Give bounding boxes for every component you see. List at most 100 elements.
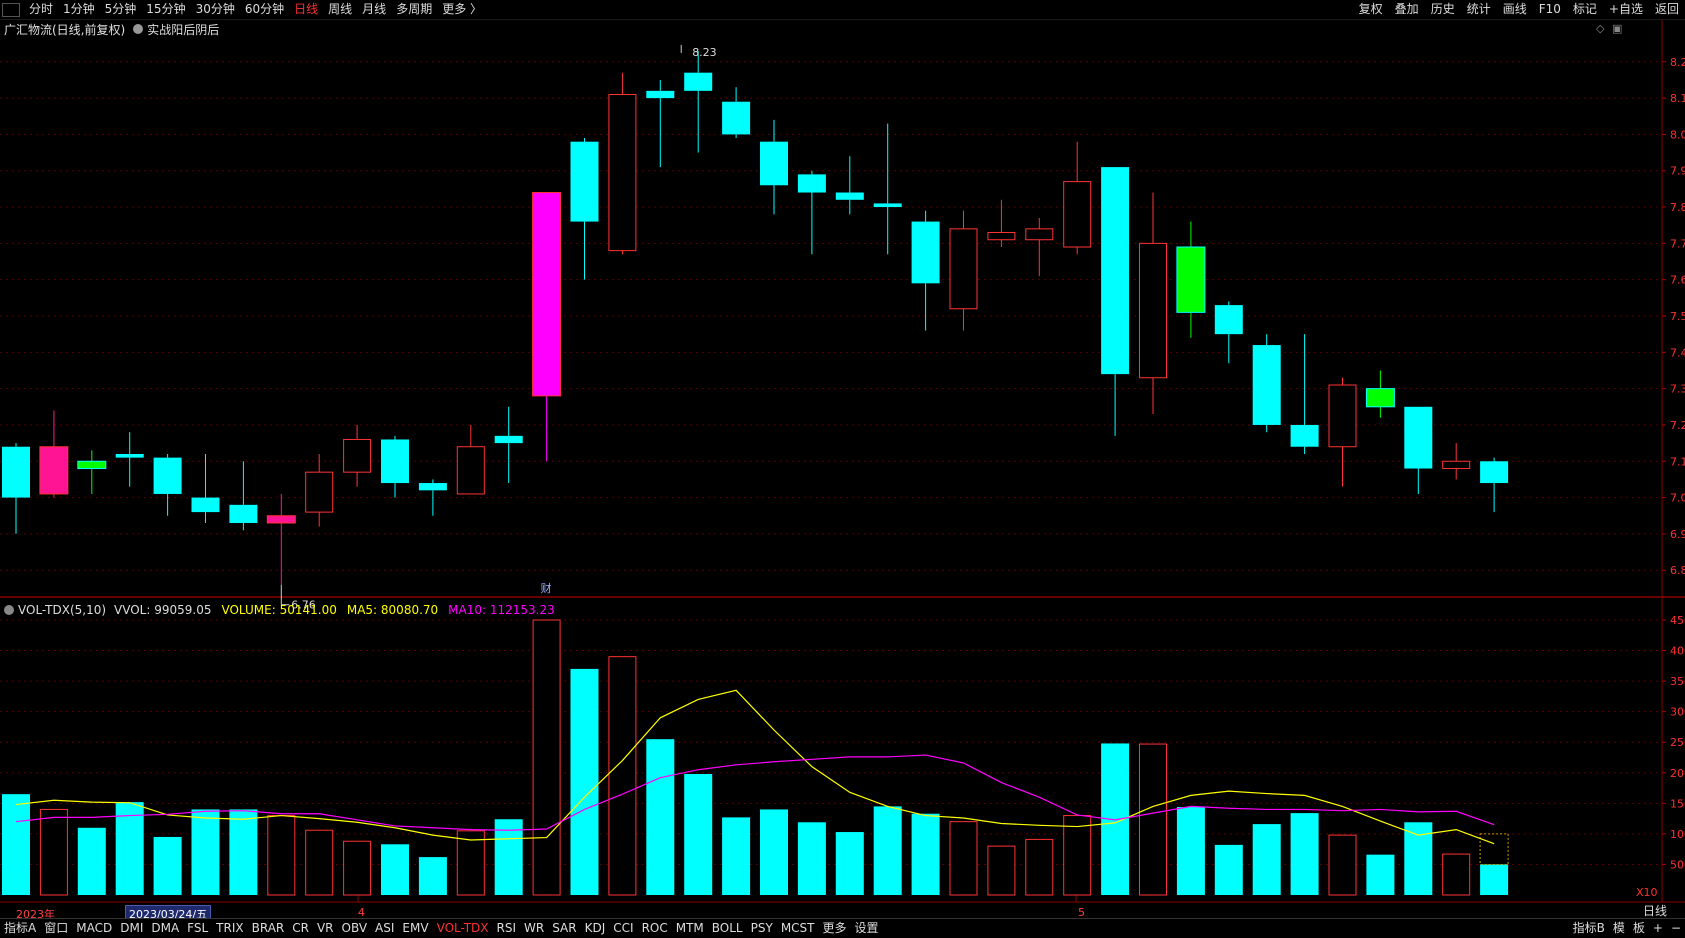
candle-body <box>911 221 940 284</box>
indicator-tab-6[interactable]: TRIX <box>212 919 247 938</box>
candle-body <box>191 497 220 513</box>
candle-body <box>1063 181 1092 248</box>
candle-body <box>77 460 107 470</box>
indicator-tab-19[interactable]: ROC <box>638 919 672 938</box>
candle-body <box>494 435 523 444</box>
volume-bar <box>343 840 372 896</box>
candle-body <box>532 192 562 397</box>
volume-axis-label: 5000 <box>1670 858 1685 871</box>
indicator-tab-13[interactable]: VOL-TDX <box>433 919 493 938</box>
volume-bar <box>646 739 675 895</box>
volume-bar <box>305 829 334 896</box>
price-axis-label: 7.60 <box>1670 274 1685 287</box>
volume-bar <box>722 817 751 895</box>
price-axis-label: 7.10 <box>1670 455 1685 468</box>
volume-bar <box>39 808 68 896</box>
candle-body <box>987 231 1016 241</box>
price-axis-label: 8.10 <box>1670 92 1685 105</box>
indicator-tab-11[interactable]: ASI <box>371 919 398 938</box>
volume-bar <box>1139 743 1167 896</box>
volume-axis-label: 40000 <box>1670 645 1685 658</box>
candle-body <box>1290 424 1319 447</box>
vol-indicator-name[interactable]: VOL-TDX(5,10) <box>18 603 106 617</box>
indicator-tab-15[interactable]: WR <box>520 919 548 938</box>
price-axis-label: 7.40 <box>1670 346 1685 359</box>
indicator-tab-21[interactable]: BOLL <box>708 919 747 938</box>
candle-body <box>266 515 296 524</box>
indicator-tab-12[interactable]: EMV <box>398 919 432 938</box>
candle-body <box>1025 228 1054 241</box>
volume-bar <box>987 845 1016 896</box>
price-axis-label: 7.90 <box>1670 165 1685 178</box>
indicator-tab-16[interactable]: SAR <box>548 919 580 938</box>
bottom-tool-2[interactable]: 板 <box>1629 919 1649 938</box>
ma5-value: MA5: 80080.70 <box>346 603 439 617</box>
indicator-tab-20[interactable]: MTM <box>672 919 708 938</box>
indicator-tab-25[interactable]: 设置 <box>851 919 883 938</box>
volume-bar <box>267 815 296 896</box>
candle-body <box>949 228 978 310</box>
high-price-label: 8.23 <box>692 46 717 59</box>
indicator-tab-8[interactable]: CR <box>288 919 313 938</box>
candle-body <box>115 454 144 458</box>
candle-body <box>1252 345 1281 425</box>
candle-body <box>797 174 826 193</box>
volume-bar <box>684 774 713 895</box>
volume-bar <box>153 836 182 895</box>
indicator-tab-7[interactable]: BRAR <box>248 919 289 938</box>
candle-body <box>418 483 447 491</box>
candle-body <box>608 93 637 252</box>
kline-chart[interactable]: 8.20 8.10 8.00 7.90 7.80 7.70 7.60 7.50 7.40 7.30… <box>0 0 1685 937</box>
bottom-tool-3[interactable]: + <box>1649 919 1667 938</box>
bottom-tool-0[interactable]: 指标B <box>1569 919 1609 938</box>
volume-bar <box>1480 864 1509 895</box>
volume-bar <box>1252 824 1281 895</box>
price-axis-label: 7.20 <box>1670 419 1685 432</box>
indicator-tab-10[interactable]: OBV <box>338 919 372 938</box>
price-axis-label: 8.20 <box>1670 56 1685 69</box>
volume-bar <box>797 822 826 895</box>
volume-bar <box>949 821 978 896</box>
indicator-tab-2[interactable]: MACD <box>72 919 116 938</box>
volume-value: VOLUME: 50141.00 <box>221 603 337 617</box>
indicator-tab-5[interactable]: FSL <box>183 919 212 938</box>
volume-bar <box>1328 834 1357 896</box>
price-axis-label: 7.80 <box>1670 201 1685 214</box>
indicator-tab-14[interactable]: RSI <box>493 919 521 938</box>
volume-bar <box>1214 844 1243 895</box>
indicator-tab-22[interactable]: PSY <box>747 919 777 938</box>
volume-bar <box>760 809 788 895</box>
volume-axis-label: 35000 <box>1670 675 1685 688</box>
indicator-tab-9[interactable]: VR <box>313 919 338 938</box>
indicator-tab-23[interactable]: MCST <box>777 919 819 938</box>
indicator-tab-17[interactable]: KDJ <box>581 919 610 938</box>
candle-body <box>835 192 864 200</box>
candle-body <box>343 438 372 473</box>
indicator-toggle-icon[interactable] <box>4 605 14 615</box>
candle-body <box>1139 242 1167 379</box>
indicator-tab-18[interactable]: CCI <box>609 919 637 938</box>
volume-bar <box>911 813 940 895</box>
volume-bar <box>1366 854 1395 895</box>
indicator-tab-4[interactable]: DMA <box>147 919 183 938</box>
candle-body <box>1101 167 1130 375</box>
bottom-tool-4[interactable]: − <box>1667 919 1685 938</box>
candle-body <box>153 457 182 494</box>
indicator-tab-24[interactable]: 更多 <box>819 919 851 938</box>
candle-body <box>2 446 30 498</box>
indicator-tab-3[interactable]: DMI <box>116 919 147 938</box>
vvol-value: VVOL: 99059.05 <box>114 603 212 617</box>
volume-axis-label: 45000 <box>1670 614 1685 627</box>
indicator-tab-1[interactable]: 窗口 <box>40 919 72 938</box>
volume-bar <box>835 832 864 895</box>
volume-axis-label: 30000 <box>1670 706 1685 719</box>
volume-bar <box>873 806 902 895</box>
volume-bar <box>1290 813 1319 895</box>
financial-report-marker: 财 <box>541 581 552 595</box>
candle-body <box>456 446 485 495</box>
candle-body <box>39 446 69 495</box>
candle-body <box>1176 246 1206 313</box>
bottom-tool-1[interactable]: 模 <box>1609 919 1629 938</box>
indicator-tab-0[interactable]: 指标A <box>0 919 40 938</box>
candle-body <box>1328 384 1357 448</box>
